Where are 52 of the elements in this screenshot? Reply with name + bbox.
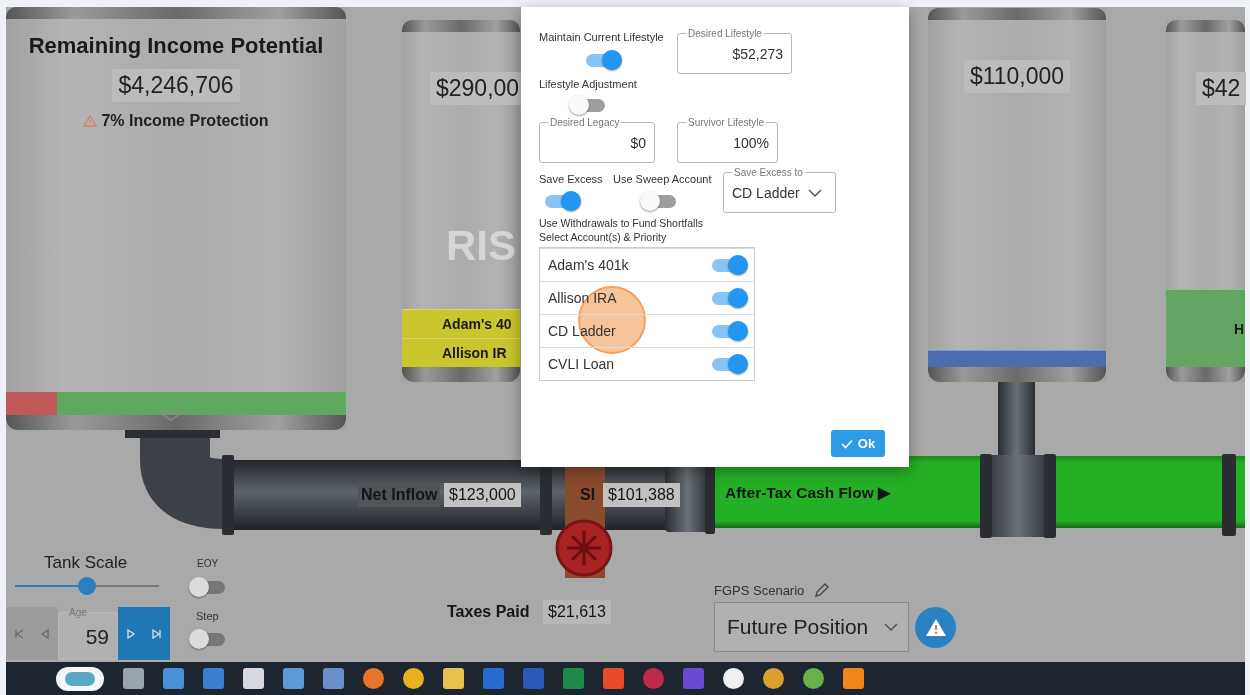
warning-icon [83,115,98,127]
tank-value: $4,246,706 [112,69,240,102]
toggle-label: Lifestyle Adjustment [539,78,637,90]
last-button[interactable] [144,607,170,660]
flow-value: $101,388 [603,483,680,507]
app-icon[interactable] [723,668,744,689]
flow-label: Net Inflow [358,483,441,507]
toggle-label: Maintain Current Lifestyle [539,31,664,43]
app-icon[interactable] [803,668,824,689]
toggle-label: Use Sweep Account [613,173,712,185]
input-field[interactable]: Desired Lifestyle $52,273 [677,28,792,74]
warning-icon [923,617,948,638]
account-name: CVLI Loan [548,356,615,372]
account-label: Allison IR [442,345,507,361]
account-name: Adam's 401k [548,257,629,273]
account-name: Allison IRA [548,290,617,306]
account-label: Adam's 40 [442,316,512,332]
previous-button[interactable] [32,607,58,660]
taxes-value: $21,613 [543,600,611,624]
next-button[interactable] [118,607,144,660]
tank-scale-slider[interactable] [15,577,159,595]
section-heading: Select Account(s) & Priority [539,231,668,243]
pencil-icon[interactable] [814,582,830,598]
account-name: CD Ladder [548,323,616,339]
toggle-label: Step [196,610,219,622]
chevron-down-icon [884,622,898,632]
scenario-dropdown[interactable]: Future Position [714,602,909,652]
input-field[interactable]: Survivor Lifestyle 100% [677,117,778,163]
account-label: H [1234,320,1245,337]
input-field[interactable]: Save Excess to CD Ladder [723,167,836,213]
tank-title: Remaining Income Potential [28,33,324,59]
income-protection-text: 7% Income Protection [101,112,269,130]
taxes-label: Taxes Paid [447,603,530,621]
first-button[interactable] [6,607,32,660]
input-field[interactable]: Desired Legacy $0 [539,117,655,163]
check-icon [840,438,853,449]
scenario-label: FGPS Scenario [714,583,805,598]
chevron-down-icon [807,188,822,198]
flow-label: SI [580,486,596,504]
app-icon[interactable] [403,668,424,689]
slider-label: Tank Scale [44,553,128,573]
toggle-label: Save Excess [539,173,603,185]
toggle-label: EOY [197,558,219,569]
tank-value: $42 [1196,72,1247,105]
section-heading: Use Withdrawals to Fund Shortfalls [539,217,704,229]
flow-value: $123,000 [444,483,521,507]
double-chevron-icon [160,406,182,422]
tank-value: $110,000 [963,60,1071,93]
app-icon[interactable] [56,666,104,691]
cash-flow-label: After-Tax Cash Flow ▶ [725,484,890,502]
input-field[interactable]: Age 59 [58,607,118,660]
app-icon[interactable] [763,668,784,689]
